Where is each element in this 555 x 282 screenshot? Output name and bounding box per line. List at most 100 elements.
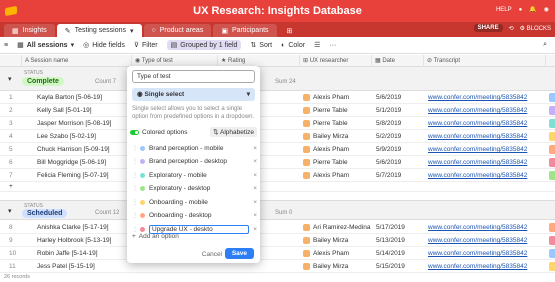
session-name-cell[interactable]: Kelly Sall [5-01-19] [34,104,132,117]
bell-icon[interactable]: 🔔 [529,6,536,13]
session-name-cell[interactable]: Kayla Barton [5-06-19] [34,91,132,104]
option-color-dot[interactable] [140,145,145,151]
session-name-cell[interactable]: Harley Holbrook [5-13-19] [34,234,132,247]
filter-button[interactable]: ⊽ Filter [134,41,158,50]
ux-researcher-cell[interactable]: Alexis Pham [300,247,372,260]
option-label[interactable]: Onboarding - desktop [149,212,249,219]
colored-options-toggle[interactable] [130,129,139,135]
group-header-complete[interactable]: ▾ STATUS Complete Count 7 Sum 24 [0,67,555,91]
tab-testing-sessions[interactable]: ✎ Testing sessions ▾ [56,24,142,37]
cancel-button[interactable]: Cancel [202,251,222,258]
views-menu-button[interactable]: ≡ [4,42,8,49]
remove-option-icon[interactable]: × [253,226,257,233]
session-name-cell[interactable]: Bill Moggridge [5-06-19] [34,156,132,169]
option-label[interactable]: Exploratory - desktop [149,185,249,192]
transcript-link[interactable]: www.confer.com/meeting/5835842 [425,247,543,260]
share-button[interactable]: SHARE [473,24,503,32]
table-row[interactable]: 9 Harley Holbrook [5-13-19] Bailey Mirza 5/… [0,234,555,247]
date-cell[interactable]: 5/8/2019 [373,117,424,130]
ux-researcher-cell[interactable]: Pierre Table [300,104,372,117]
tab-participants[interactable]: ▣ Participants [213,24,277,37]
remove-option-icon[interactable]: × [253,145,257,152]
select-option[interactable]: ⋮ Exploratory - desktop × [132,184,257,194]
chevron-down-icon[interactable]: ▾ [130,27,134,35]
collapse-arrow-icon[interactable]: ▾ [8,207,12,215]
search-icon[interactable]: ⌕ [543,41,547,49]
table-row[interactable]: 10 Robin Jaffe [5-14-19] Alexis Pham 5/14/2… [0,247,555,260]
sort-button[interactable]: ⇅ Sort [250,41,272,50]
history-icon[interactable]: ⟲ [509,25,514,32]
add-row-button[interactable]: + [0,182,555,192]
table-row[interactable]: 3 Jasper Morrison [5-08-19] Pierre Table 5/… [0,117,555,130]
option-label[interactable]: Exploratory - mobile [149,172,249,179]
table-row[interactable]: 8 Anishka Clarke [5-17-19] Ari Ramirez-Med… [0,221,555,234]
add-option-button[interactable]: + Add an option [132,233,179,240]
option-color-dot[interactable] [140,172,145,178]
table-row[interactable]: 7 Felicia Fleming [5-07-19] Alexis Pham 5/7… [0,169,555,182]
remove-option-icon[interactable]: × [253,199,257,206]
column-ux-researcher[interactable]: ⊞ UX researcher [300,55,372,67]
avatar[interactable]: ◉ [544,6,549,13]
select-all-checkbox[interactable] [0,55,22,67]
option-color-dot[interactable] [140,213,145,218]
select-option[interactable]: ⋮ Brand perception - mobile × [132,143,257,153]
notifications-icon[interactable]: ● [519,7,523,13]
table-row[interactable]: 6 Bill Moggridge [5-06-19] Pierre Table 5/6… [0,156,555,169]
transcript-link[interactable]: www.confer.com/meeting/5835842 [425,91,543,104]
remove-option-icon[interactable]: × [253,158,257,165]
table-row[interactable]: 4 Lee Szabo [5-02-19] Bailey Mirza 5/2/2019… [0,130,555,143]
color-button[interactable]: ◐ Color [281,42,305,49]
ux-researcher-cell[interactable]: Pierre Table [300,117,372,130]
column-date[interactable]: ▦ Date [372,55,424,67]
drag-handle-icon[interactable]: ⋮ [132,199,138,206]
drag-handle-icon[interactable]: ⋮ [132,226,138,233]
option-label[interactable]: Brand perception - mobile [149,145,249,152]
session-name-cell[interactable]: Jasper Morrison [5-08-19] [34,117,132,130]
transcript-link[interactable]: www.confer.com/meeting/5835842 [425,117,543,130]
tab-product-areas[interactable]: ○ Product areas [143,24,212,37]
option-label[interactable]: Onboarding - mobile [149,199,249,206]
session-name-cell[interactable]: Chuck Harrison [5-09-19] [34,143,132,156]
view-switcher[interactable]: ▦ All sessions ▾ [17,41,74,50]
group-button[interactable]: ▤ Grouped by 1 field [166,40,242,50]
ux-researcher-cell[interactable]: Bailey Mirza [300,130,372,143]
drag-handle-icon[interactable]: ⋮ [132,185,138,192]
select-option[interactable]: ⋮ Brand perception - desktop × [132,157,257,167]
group-header-scheduled[interactable]: ▾ STATUS Scheduled Count 12 Sum 0 [0,200,555,220]
ux-researcher-cell[interactable]: Alexis Pham [300,143,372,156]
field-name-input[interactable]: Type of test [132,70,255,83]
row-height-icon[interactable]: ☰ [314,41,320,49]
blocks-button[interactable]: ⚙ BLOCKS [520,25,551,32]
option-color-dot[interactable] [140,159,145,164]
date-cell[interactable]: 5/6/2019 [373,91,424,104]
add-table-button[interactable]: ⊞ [279,24,301,37]
drag-handle-icon[interactable]: ⋮ [132,172,138,179]
date-cell[interactable]: 5/7/2019 [373,169,424,182]
drag-handle-icon[interactable]: ⋮ [132,212,138,219]
date-cell[interactable]: 5/2/2019 [373,130,424,143]
select-option[interactable]: ⋮ Onboarding - mobile × [132,197,257,207]
session-name-cell[interactable]: Robin Jaffe [5-14-19] [34,247,132,260]
date-cell[interactable]: 5/14/2019 [373,247,424,260]
date-cell[interactable]: 5/17/2019 [373,221,424,234]
option-color-dot[interactable] [140,186,145,191]
ux-researcher-cell[interactable]: Alexis Pham [300,91,372,104]
table-row[interactable]: 1 Kayla Barton [5-06-19] Alexis Pham 5/6/20… [0,91,555,104]
session-name-cell[interactable]: Anishka Clarke [5-17-19] [34,221,132,234]
ux-researcher-cell[interactable]: Pierre Table [300,156,372,169]
transcript-link[interactable]: www.confer.com/meeting/5835842 [425,130,543,143]
help-button[interactable]: HELP [496,7,512,13]
remove-option-icon[interactable]: × [253,212,257,219]
base-title[interactable]: UX Research: Insights Database [0,5,555,17]
transcript-link[interactable]: www.confer.com/meeting/5835842 [425,104,543,117]
column-transcript[interactable]: ⊘ Transcript [424,55,546,67]
session-name-cell[interactable]: Felicia Fleming [5-07-19] [34,169,132,182]
drag-handle-icon[interactable]: ⋮ [132,145,138,152]
date-cell[interactable]: 5/13/2019 [373,234,424,247]
field-type-select[interactable]: ◉ Single select ▾ [132,88,255,101]
ux-researcher-cell[interactable]: Bailey Mirza [300,234,372,247]
remove-option-icon[interactable]: × [253,172,257,179]
transcript-link[interactable]: www.confer.com/meeting/5835842 [425,221,543,234]
remove-option-icon[interactable]: × [253,185,257,192]
transcript-link[interactable]: www.confer.com/meeting/5835842 [425,234,543,247]
